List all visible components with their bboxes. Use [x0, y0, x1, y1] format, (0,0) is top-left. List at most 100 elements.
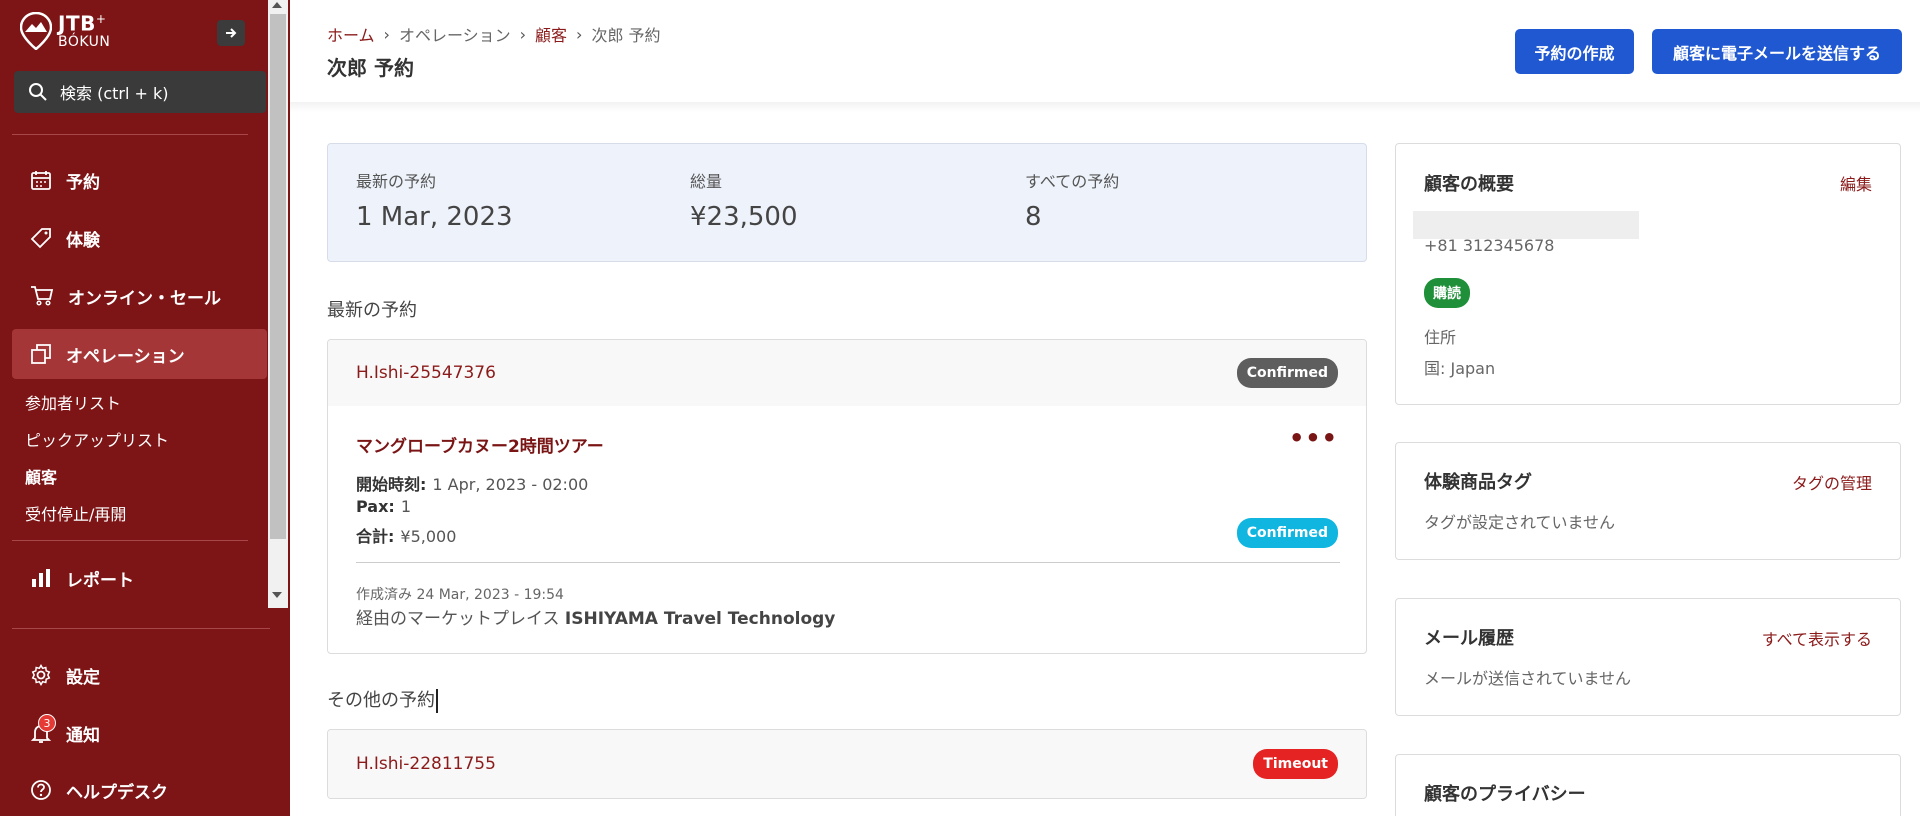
booking-card-header: H.Ishi-22811755 Timeout — [328, 730, 1366, 798]
total-row: 合計: ¥5,000 — [356, 523, 456, 547]
total-label: 合計: — [356, 527, 395, 546]
total-value: ¥5,000 — [400, 527, 457, 546]
sidebar-item-label: 通知 — [66, 725, 100, 746]
customer-privacy-title: 顧客のプライバシー — [1424, 784, 1586, 805]
breadcrumb-chevron-icon: › — [576, 24, 583, 44]
breadcrumb-customers[interactable]: 顧客 — [535, 22, 567, 46]
manage-tags-link[interactable]: タグの管理 — [1792, 470, 1872, 494]
booking-id-link[interactable]: H.Ishi-25547376 — [356, 363, 496, 383]
email-history-panel: メール履歴 すべて表示する メールが送信されていません — [1395, 598, 1901, 716]
booking-id-link[interactable]: H.Ishi-22811755 — [356, 754, 496, 774]
stat-value: ¥23,500 — [690, 202, 798, 232]
create-booking-button[interactable]: 予約の作成 — [1515, 29, 1634, 74]
stat-label: すべての予約 — [1025, 172, 1120, 191]
breadcrumb-operations[interactable]: オペレーション — [399, 22, 511, 46]
text-cursor — [436, 689, 438, 713]
marketplace-label: 経由のマーケットプレイス — [356, 609, 560, 629]
pax-label: Pax: — [356, 497, 395, 516]
arrow-right-icon — [226, 28, 237, 38]
breadcrumb-chevron-icon: › — [383, 24, 390, 44]
sidebar-item-settings[interactable]: 設定 — [12, 650, 267, 700]
scroll-thumb[interactable] — [270, 14, 286, 539]
sidebar-item-label: 設定 — [66, 667, 100, 688]
sidebar-item-label: オンライン・セール — [68, 288, 221, 309]
sidebar-item-online-sales[interactable]: オンライン・セール — [12, 271, 267, 321]
latest-booking-card: H.Ishi-25547376 Confirmed マングローブカヌー2時間ツア… — [327, 339, 1367, 654]
product-tags-title: 体験商品タグ — [1424, 472, 1532, 493]
collapse-sidebar-button[interactable] — [217, 20, 245, 46]
help-icon — [31, 780, 51, 800]
other-booking-card: H.Ishi-22811755 Timeout — [327, 729, 1367, 799]
sidebar-subitem-closeouts[interactable]: 受付停止/再開 — [25, 501, 126, 525]
no-tags-text: タグが設定されていません — [1424, 513, 1616, 532]
stat-total-amount: 総量 ¥23,500 — [690, 168, 798, 232]
product-tags-panel: 体験商品タグ タグの管理 タグが設定されていません — [1395, 442, 1901, 560]
sidebar-subitem-participants[interactable]: 参加者リスト — [25, 390, 121, 414]
sidebar-subitem-customers[interactable]: 顧客 — [25, 464, 57, 488]
scroll-up-arrow-icon[interactable] — [272, 2, 282, 8]
start-time-label: 開始時刻: — [356, 475, 427, 494]
brand-logo[interactable]: JTB+ BÓKUN — [20, 12, 110, 50]
start-time-row: 開始時刻: 1 Apr, 2023 - 02:00 — [356, 471, 588, 495]
start-time-value: 1 Apr, 2023 - 02:00 — [432, 475, 589, 494]
brand-plus: + — [95, 11, 107, 26]
address-label: 住所 — [1424, 328, 1457, 347]
sidebar-item-helpdesk[interactable]: ヘルプデスク — [12, 765, 267, 815]
stat-label: 総量 — [690, 172, 723, 191]
sidebar-item-label: 予約 — [66, 172, 100, 193]
customer-privacy-panel: 顧客のプライバシー — [1395, 754, 1901, 816]
email-customer-button[interactable]: 顧客に電子メールを送信する — [1652, 29, 1902, 74]
customer-stats-panel: 最新の予約 1 Mar, 2023 総量 ¥23,500 すべての予約 8 — [327, 143, 1367, 262]
jtb-logo-icon — [20, 12, 52, 50]
breadcrumb-current: 次郎 予約 — [591, 26, 661, 45]
sidebar-divider — [12, 134, 248, 135]
latest-bookings-heading: 最新の予約 — [327, 300, 417, 321]
cart-icon — [31, 286, 54, 306]
sidebar-item-label: オペレーション — [66, 346, 185, 367]
scroll-down-arrow-icon[interactable] — [272, 592, 282, 598]
stat-value: 8 — [1025, 202, 1042, 232]
marketplace-info: 経由のマーケットプレイス ISHIYAMA Travel Technology — [356, 604, 835, 629]
sidebar-item-experiences[interactable]: 体験 — [12, 213, 267, 263]
calendar-icon — [31, 171, 51, 190]
stat-label: 最新の予約 — [356, 172, 437, 191]
stat-all-bookings: すべての予約 8 — [1025, 168, 1119, 232]
pax-row: Pax: 1 — [356, 497, 411, 516]
sidebar-divider — [12, 540, 248, 541]
sidebar-divider — [12, 628, 270, 629]
customer-overview-panel: 顧客の概要 編集 +81 312345678 購読 住所 国: Japan — [1395, 143, 1901, 405]
show-all-emails-link[interactable]: すべて表示する — [1762, 626, 1872, 650]
stat-latest-booking: 最新の予約 1 Mar, 2023 — [356, 168, 513, 232]
header-divider — [290, 102, 1920, 112]
email-history-title: メール履歴 — [1424, 628, 1514, 649]
breadcrumb-home[interactable]: ホーム — [327, 22, 375, 46]
page-title: 次郎 予約 — [327, 56, 414, 80]
brand-sub: BÓKUN — [58, 34, 111, 51]
notification-badge: 3 — [38, 714, 56, 732]
stat-value: 1 Mar, 2023 — [356, 202, 513, 232]
sidebar-item-label: 体験 — [66, 230, 100, 251]
customer-country: 国: Japan — [1424, 359, 1496, 378]
gear-icon — [31, 664, 51, 686]
marketplace-name: ISHIYAMA Travel Technology — [564, 609, 836, 629]
search-input[interactable]: 検索 (ctrl + k) — [14, 71, 266, 113]
edit-customer-link[interactable]: 編集 — [1840, 171, 1872, 195]
redacted-field — [1413, 211, 1639, 239]
sidebar-item-bookings[interactable]: 予約 — [12, 155, 267, 205]
product-title-link[interactable]: マングローブカヌー2時間ツアー — [356, 432, 604, 457]
no-emails-text: メールが送信されていません — [1424, 669, 1632, 688]
sidebar: JTB+ BÓKUN 検索 (ctrl + k) 予約 体験 オンライン・セール… — [0, 0, 290, 816]
sidebar-item-label: ヘルプデスク — [66, 782, 168, 803]
booking-status-badge: Confirmed — [1236, 358, 1338, 388]
sidebar-item-operations[interactable]: オペレーション — [12, 329, 267, 379]
sidebar-item-reports[interactable]: レポート — [12, 553, 267, 603]
sidebar-subitem-pickups[interactable]: ピックアップリスト — [25, 427, 169, 451]
sidebar-scrollbar[interactable] — [268, 0, 288, 608]
customer-phone: +81 312345678 — [1424, 236, 1555, 255]
more-options-icon[interactable]: ••• — [1289, 426, 1338, 450]
search-icon — [29, 83, 47, 101]
bar-chart-icon — [32, 569, 50, 587]
customer-overview-title: 顧客の概要 — [1424, 174, 1514, 195]
subscribed-badge: 購読 — [1424, 278, 1470, 308]
other-bookings-heading: その他の予約 — [327, 686, 438, 713]
